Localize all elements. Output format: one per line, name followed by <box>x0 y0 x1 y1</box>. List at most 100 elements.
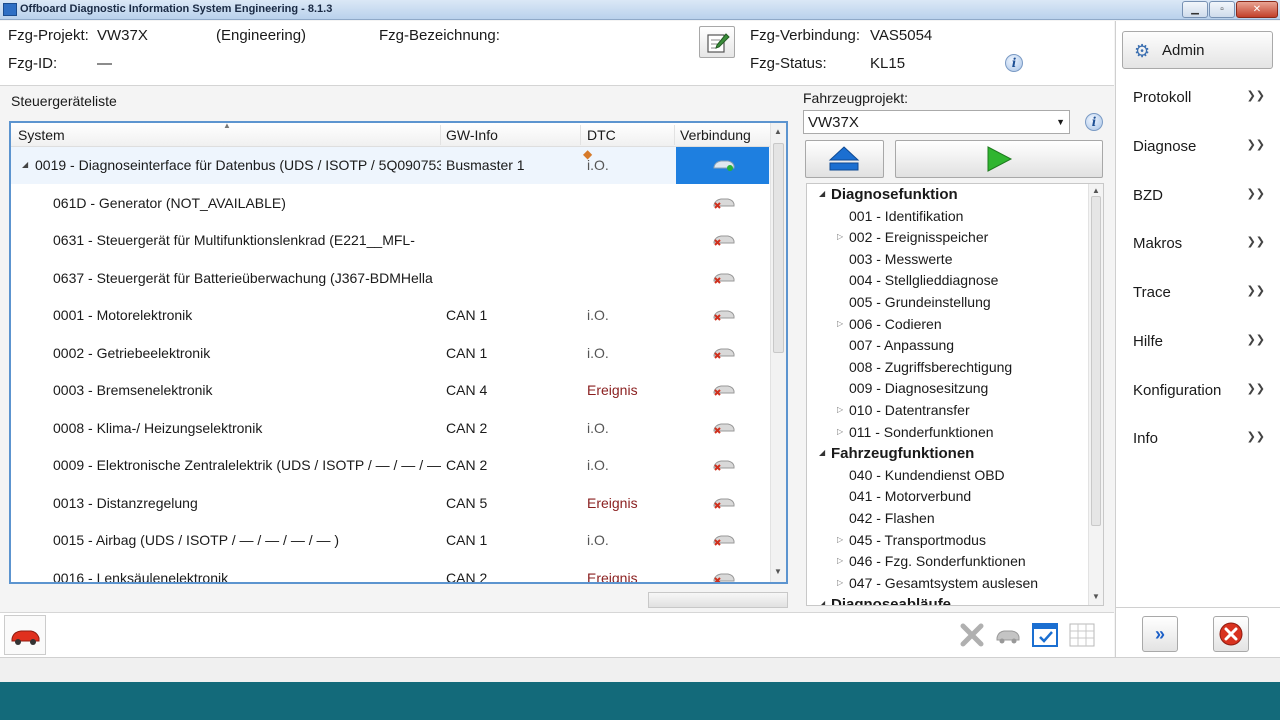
table-row[interactable]: 0637 - Steuergerät für Batterieüberwachu… <box>11 260 770 297</box>
ecu-connection-cell[interactable] <box>676 485 769 522</box>
bottom-toolbar <box>0 612 1114 657</box>
ecu-dtc-status: Ereignis <box>587 569 638 584</box>
table-row[interactable]: 0008 - Klima-/ Heizungselektronik CAN 2 i.… <box>11 410 770 447</box>
tree-item[interactable]: 005 - Grundeinstellung <box>849 294 991 310</box>
admin-button[interactable]: ⚙ Admin <box>1122 31 1273 69</box>
project-info-icon[interactable]: i <box>1085 113 1103 131</box>
tree-item[interactable]: 007 - Anpassung <box>849 337 954 353</box>
tree-item[interactable]: ▷ 006 - Codieren <box>837 316 942 332</box>
ecu-connection-cell[interactable] <box>676 335 769 372</box>
tree-item[interactable]: 041 - Motorverbund <box>849 488 971 504</box>
table-row[interactable]: 0009 - Elektronische Zentralelektrik (UD… <box>11 447 770 484</box>
tree-group[interactable]: ◢ Diagnosefunktion <box>819 186 958 203</box>
edit-vehicle-button[interactable] <box>699 26 735 58</box>
ecu-connection-cell[interactable] <box>676 560 769 582</box>
menu-makros[interactable]: Makros ❯❯ <box>1133 235 1271 252</box>
exit-button[interactable] <box>1213 616 1249 652</box>
maximize-button[interactable]: ▫ <box>1209 1 1235 18</box>
table-row[interactable]: 0016 - Lenksäulenelektronik CAN 2 Ereignis <box>11 560 770 584</box>
tree-item[interactable]: ▷ 002 - Ereignisspeicher <box>837 229 988 245</box>
ecu-connection-cell[interactable] <box>676 147 769 184</box>
scrollbar-thumb[interactable] <box>1091 196 1101 526</box>
tree-item[interactable]: ▷ 011 - Sonderfunktionen <box>837 424 994 440</box>
expand-toggle-icon[interactable]: ▷ <box>837 427 843 436</box>
ecu-dtc-status: i.O. <box>587 419 609 436</box>
tree-item[interactable]: 004 - Stellglieddiagnose <box>849 272 998 288</box>
ecu-connection-cell[interactable] <box>676 410 769 447</box>
ecu-connection-cell[interactable] <box>676 372 769 409</box>
collapse-toggle-icon[interactable]: ◢ <box>819 599 825 605</box>
tree-item[interactable]: 003 - Messwerte <box>849 251 952 267</box>
menu-hilfe[interactable]: Hilfe ❯❯ <box>1133 333 1271 350</box>
table-row[interactable]: ◢ 0019 - Diagnoseinterface für Datenbus (… <box>11 147 770 184</box>
forward-button[interactable]: » <box>1142 616 1178 652</box>
menu-diagnose[interactable]: Diagnose ❯❯ <box>1133 138 1271 155</box>
expand-toggle-icon[interactable]: ▷ <box>837 535 843 544</box>
tree-item-label: 005 - Grundeinstellung <box>849 294 991 310</box>
function-tree-scrollbar[interactable]: ▲ ▼ <box>1088 184 1103 605</box>
table-row[interactable]: 0001 - Motorelektronik CAN 1 i.O. <box>11 297 770 334</box>
column-dtc[interactable]: DTC <box>587 127 616 143</box>
close-button[interactable]: ✕ <box>1236 1 1278 18</box>
ecu-grid-scrollbar[interactable]: ▲ ▼ <box>770 123 786 582</box>
collapse-toggle-icon[interactable]: ◢ <box>22 160 28 169</box>
column-system[interactable]: System <box>18 127 65 143</box>
tree-item-label: 003 - Messwerte <box>849 250 953 267</box>
table-row[interactable]: 0631 - Steuergerät für Multifunktionslen… <box>11 222 770 259</box>
vehicle-tab[interactable] <box>4 615 46 655</box>
ecu-connection-cell[interactable] <box>676 522 769 559</box>
menu-label: Hilfe <box>1133 333 1164 350</box>
expand-toggle-icon[interactable]: ▷ <box>837 232 843 241</box>
disconnect-icon[interactable] <box>958 621 986 649</box>
ecu-connection-cell[interactable] <box>676 185 769 222</box>
ecu-connection-cell[interactable] <box>676 222 769 259</box>
tree-item[interactable]: ▷ 046 - Fzg. Sonderfunktionen <box>837 553 1026 569</box>
table-row[interactable]: 0003 - Bremsenelektronik CAN 4 Ereignis <box>11 372 770 409</box>
tree-group[interactable]: ◢ Fahrzeugfunktionen <box>819 445 974 462</box>
expand-toggle-icon[interactable]: ▷ <box>837 405 843 414</box>
ecu-connection-cell[interactable] <box>676 447 769 484</box>
menu-info[interactable]: Info ❯❯ <box>1133 430 1271 447</box>
checklist-icon[interactable] <box>1031 621 1059 649</box>
table-row[interactable]: 0013 - Distanzregelung CAN 5 Ereignis <box>11 485 770 522</box>
expand-toggle-icon[interactable]: ▷ <box>837 319 843 328</box>
scrollbar-thumb[interactable] <box>773 143 784 353</box>
tree-item[interactable]: 009 - Diagnosesitzung <box>849 380 988 396</box>
start-button[interactable] <box>895 140 1103 178</box>
car-connect-icon[interactable] <box>994 621 1022 649</box>
column-gw-info[interactable]: GW-Info <box>446 127 498 143</box>
menu-label: Trace <box>1133 284 1171 301</box>
tree-item[interactable]: ▷ 047 - Gesamtsystem auslesen <box>837 575 1038 591</box>
collapse-toggle-icon[interactable]: ◢ <box>819 448 825 457</box>
ecu-grid-header: System ▲ GW-Info DTC Verbindung <box>11 123 770 147</box>
expand-toggle-icon[interactable]: ▷ <box>837 578 843 587</box>
table-grid-icon[interactable] <box>1068 621 1096 649</box>
table-row[interactable]: 0015 - Airbag (UDS / ISOTP / — / — / — /… <box>11 522 770 559</box>
tree-item[interactable]: 008 - Zugriffsberechtigung <box>849 359 1012 375</box>
column-verbindung[interactable]: Verbindung <box>680 127 751 143</box>
ecu-system: 0008 - Klima-/ Heizungselektronik <box>53 419 263 436</box>
tree-group[interactable]: ◢ Diagnoseabläufe <box>819 596 951 605</box>
tree-item[interactable]: 042 - Flashen <box>849 510 935 526</box>
grid-horizontal-scrollbar[interactable] <box>648 592 788 608</box>
menu-bzd[interactable]: BZD ❯❯ <box>1133 187 1271 204</box>
table-row[interactable]: 061D - Generator (NOT_AVAILABLE) <box>11 185 770 222</box>
tree-item[interactable]: 040 - Kundendienst OBD <box>849 467 1005 483</box>
vehicle-project-select[interactable]: VW37X ▼ <box>803 110 1070 134</box>
status-info-icon[interactable]: i <box>1005 54 1023 72</box>
eject-button[interactable] <box>805 140 884 178</box>
tree-item-label: 009 - Diagnosesitzung <box>849 380 989 397</box>
gear-icon: ⚙ <box>1134 41 1151 61</box>
tree-item[interactable]: 001 - Identifikation <box>849 208 963 224</box>
table-row[interactable]: 0002 - Getriebeelektronik CAN 1 i.O. <box>11 335 770 372</box>
ecu-connection-cell[interactable] <box>676 297 769 334</box>
expand-toggle-icon[interactable]: ▷ <box>837 556 843 565</box>
tree-item[interactable]: ▷ 010 - Datentransfer <box>837 402 970 418</box>
minimize-button[interactable]: ▁ <box>1182 1 1208 18</box>
menu-konfiguration[interactable]: Konfiguration ❯❯ <box>1133 382 1271 399</box>
collapse-toggle-icon[interactable]: ◢ <box>819 189 825 198</box>
ecu-connection-cell[interactable] <box>676 260 769 297</box>
menu-protokoll[interactable]: Protokoll ❯❯ <box>1133 89 1271 106</box>
menu-trace[interactable]: Trace ❯❯ <box>1133 284 1271 301</box>
tree-item[interactable]: ▷ 045 - Transportmodus <box>837 532 986 548</box>
